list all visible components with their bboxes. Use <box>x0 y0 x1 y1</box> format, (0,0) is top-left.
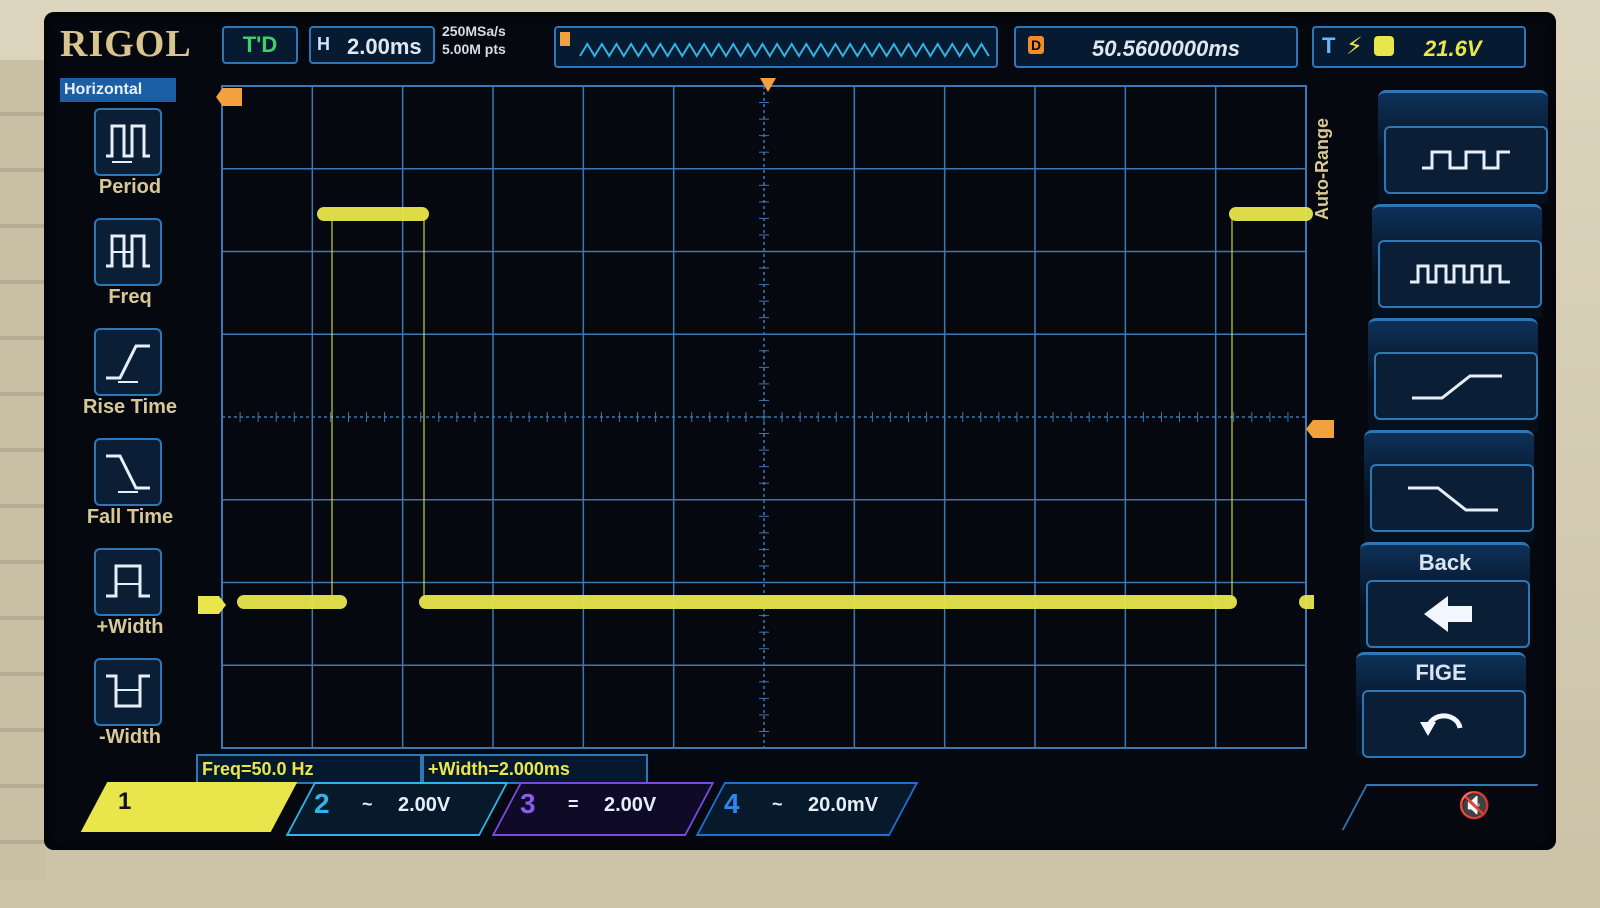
fall-time-icon <box>94 438 162 506</box>
memory-overview-strip[interactable] <box>554 26 998 68</box>
measure-fall-time-button[interactable]: Fall Time <box>60 438 200 544</box>
edge-trigger-icon: ⚡ <box>1346 33 1363 60</box>
trigger-indicator[interactable]: T ⚡ 21.6V <box>1312 26 1526 68</box>
bezel-ribs <box>0 60 46 880</box>
auto-rising-edge-button[interactable] <box>1374 352 1538 420</box>
waveform-grid[interactable] <box>214 82 1314 752</box>
trigger-source-icon <box>1374 36 1394 56</box>
memory-waveform-icon <box>560 32 990 58</box>
rise-time-icon <box>94 328 162 396</box>
channel-1-coupling: = <box>154 794 165 814</box>
horizontal-measure-menu: Horizontal Period Freq Rise Time Fall Ti… <box>60 78 200 768</box>
channel-1-tab[interactable]: 1 = 10.0V <box>80 782 298 832</box>
undo-button[interactable] <box>1362 690 1526 758</box>
timebase-indicator[interactable]: H 2.00ms <box>309 26 435 64</box>
horizontal-icon: H <box>317 34 330 54</box>
single-period-icon <box>1422 150 1510 170</box>
negative-width-icon <box>94 658 162 726</box>
timebase-value: 2.00ms <box>347 34 422 59</box>
rising-edge-icon <box>1412 374 1502 400</box>
scope-screen: RIGOL T'D H 2.00ms 250MSa/s 5.00M pts D … <box>44 12 1556 850</box>
fall-time-label: Fall Time <box>86 506 174 528</box>
freq-icon <box>94 218 162 286</box>
measure-period-button[interactable]: Period <box>60 108 200 214</box>
undo-icon <box>1420 713 1463 736</box>
channel-2-coupling: ~ <box>362 794 373 814</box>
channel-1-number: 1 <box>118 788 132 815</box>
falling-edge-icon <box>1408 486 1498 512</box>
channel-2-number: 2 <box>314 788 330 819</box>
speaker-mute-icon[interactable]: 🔇 <box>1458 790 1490 821</box>
measure-freq-button[interactable]: Freq <box>60 218 200 324</box>
channel-3-scale: 2.00V <box>604 794 657 816</box>
channel-2-tab[interactable]: 2 ~ 2.00V <box>285 782 509 836</box>
multi-period-icon <box>1410 264 1510 284</box>
auto-range-title: Auto-Range <box>1312 118 1332 220</box>
auto-falling-edge-button[interactable] <box>1370 464 1534 532</box>
trigger-icon: T <box>1322 33 1336 58</box>
negative-width-label: -Width <box>98 726 161 748</box>
measure-rise-time-button[interactable]: Rise Time <box>60 328 200 434</box>
channel-4-scale: 20.0mV <box>808 794 879 816</box>
positive-width-label: +Width <box>96 616 164 638</box>
measure-positive-width-button[interactable]: +Width <box>60 548 200 654</box>
trigger-offset-indicator[interactable]: D 50.5600000ms <box>1014 26 1298 68</box>
back-button[interactable] <box>1366 580 1530 648</box>
memory-depth: 5.00M pts <box>442 41 506 57</box>
freq-measurement: Freq=50.0 Hz <box>196 754 422 784</box>
back-label: Back <box>1418 550 1472 575</box>
top-status-bar: RIGOL T'D H 2.00ms 250MSa/s 5.00M pts D … <box>44 12 1556 74</box>
channel-1-scale: 10.0V <box>190 794 243 816</box>
channel-4-coupling: ~ <box>772 794 783 814</box>
positive-width-measurement: +Width=2.000ms <box>422 754 648 784</box>
channel-3-coupling: = <box>568 794 579 814</box>
positive-width-icon <box>94 548 162 616</box>
back-arrow-icon <box>1424 596 1472 632</box>
run-status-indicator[interactable]: T'D <box>222 26 298 64</box>
period-label: Period <box>98 176 162 198</box>
channel-4-number: 4 <box>724 788 740 819</box>
graticule <box>221 85 1314 749</box>
sampling-info: 250MSa/s 5.00M pts <box>442 22 542 64</box>
trigger-level-value: 21.6V <box>1424 36 1482 61</box>
math-channel-slot[interactable] <box>1341 784 1539 830</box>
fige-label: FIGE <box>1415 660 1467 685</box>
delay-icon: D <box>1028 36 1044 54</box>
channel-bar: 1 = 10.0V 2 ~ 2.00V 3 = 2.00V 4 ~ 20.0mV <box>74 782 1554 838</box>
channel-3-tab[interactable]: 3 = 2.00V <box>491 782 715 836</box>
brand-logo: RIGOL <box>60 23 192 65</box>
trigger-offset-value: 50.5600000ms <box>1092 36 1241 61</box>
auto-multi-period-button[interactable] <box>1378 240 1542 308</box>
sample-rate: 250MSa/s <box>442 23 506 39</box>
channel-2-scale: 2.00V <box>398 794 451 816</box>
menu-title: Horizontal <box>60 78 176 102</box>
auto-range-menu: Auto-Range Back FIGE <box>1312 90 1548 760</box>
rise-time-label: Rise Time <box>82 396 178 418</box>
auto-single-period-button[interactable] <box>1384 126 1548 194</box>
period-icon <box>94 108 162 176</box>
channel-4-tab[interactable]: 4 ~ 20.0mV <box>695 782 919 836</box>
freq-label: Freq <box>108 286 152 308</box>
channel-3-number: 3 <box>520 788 536 819</box>
measure-negative-width-button[interactable]: -Width <box>60 658 200 764</box>
